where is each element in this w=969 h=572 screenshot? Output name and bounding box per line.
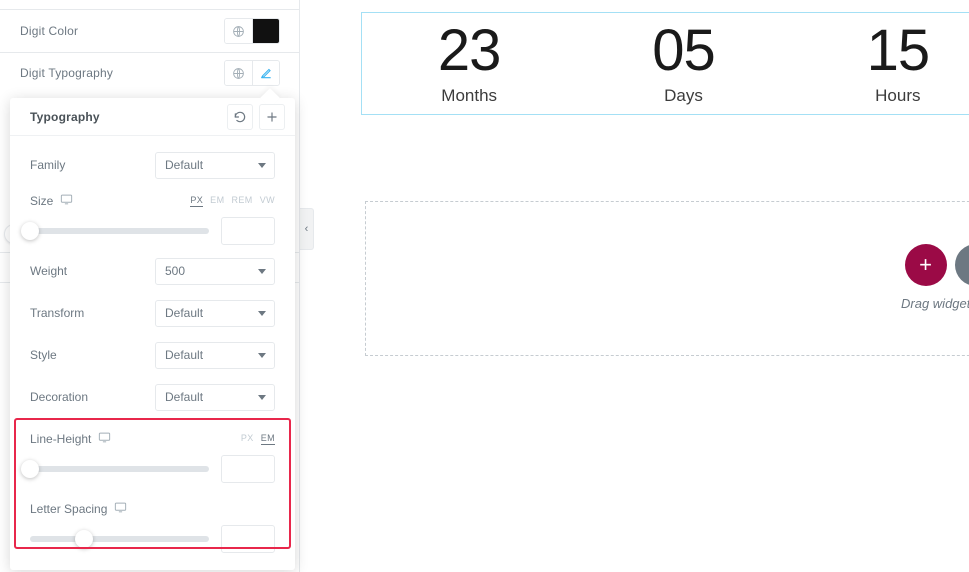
line-height-input[interactable]: [221, 455, 275, 483]
size-unit-em[interactable]: EM: [210, 195, 224, 207]
add-widget-button[interactable]: +: [904, 244, 947, 286]
countdown-cell-hours: 15 Hours: [791, 17, 969, 106]
countdown-digit: 23: [437, 17, 502, 83]
reset-icon[interactable]: [227, 103, 253, 130]
typography-body: Family Default Size PX EM REM VW Weight …: [10, 136, 295, 570]
globe-icon[interactable]: [225, 19, 252, 43]
page-title: Typography: [30, 109, 100, 124]
digit-typography-controls: [224, 60, 280, 86]
weight-select[interactable]: 500: [155, 257, 275, 285]
collapse-panel-button[interactable]: ‹: [300, 208, 314, 250]
globe-icon[interactable]: [225, 61, 252, 85]
decoration-select[interactable]: Default: [155, 383, 275, 411]
countdown-digit: 15: [866, 17, 931, 83]
line-height-unit-switcher: PX EM: [241, 433, 275, 445]
field-letter-spacing: Letter Spacing: [10, 494, 295, 558]
line-height-slider-row: [21, 454, 275, 484]
line-height-slider-knob[interactable]: [21, 460, 39, 478]
chevron-down-icon: [258, 353, 266, 358]
digit-color-controls: [224, 18, 280, 44]
widget-dropzone[interactable]: + Drag widget here: [365, 201, 969, 356]
editor-screen: Digit Color Digit Typography ‹ Typograph…: [0, 0, 969, 572]
plus-icon[interactable]: [259, 103, 285, 130]
desktop-icon[interactable]: [114, 501, 127, 517]
style-select-value: Default: [165, 348, 204, 362]
line-height-header: Line-Height PX EM: [30, 428, 275, 450]
digit-typography-label: Digit Typography: [20, 66, 114, 80]
chevron-down-icon: [258, 269, 266, 274]
style-select[interactable]: Default: [155, 341, 275, 369]
chevron-down-icon: [258, 395, 266, 400]
countdown-widget[interactable]: 23 Months 05 Days 15 Hours: [361, 12, 969, 115]
letter-spacing-slider-knob[interactable]: [74, 530, 93, 548]
field-style: Style Default: [10, 334, 295, 376]
setting-row-digit-typography: Digit Typography: [0, 52, 300, 94]
line-height-unit-em[interactable]: EM: [260, 433, 275, 445]
size-slider-track[interactable]: [21, 222, 209, 240]
field-label-decoration: Decoration: [30, 390, 89, 404]
decoration-select-value: Default: [165, 390, 204, 404]
size-unit-vw[interactable]: VW: [260, 195, 275, 207]
countdown-label: Days: [664, 85, 703, 105]
transform-select[interactable]: Default: [155, 299, 275, 327]
field-label-line-height: Line-Height: [30, 431, 241, 447]
line-height-unit-px[interactable]: PX: [241, 433, 254, 445]
typography-header: Typography: [10, 98, 295, 136]
field-weight: Weight 500: [10, 250, 295, 292]
chevron-down-icon: [258, 311, 266, 316]
line-height-label-text: Line-Height: [30, 432, 92, 446]
field-label-size: Size: [30, 193, 190, 209]
typography-popover: Typography Family Default Size PX EM REM…: [10, 88, 295, 570]
field-label-family: Family: [30, 158, 66, 172]
dropzone-hint: Drag widget here: [901, 296, 969, 311]
size-unit-rem[interactable]: REM: [231, 195, 252, 207]
pencil-icon[interactable]: [252, 61, 279, 85]
color-swatch[interactable]: [252, 19, 279, 43]
size-input[interactable]: [221, 217, 275, 245]
dropzone-buttons: +: [904, 244, 969, 286]
weight-select-value: 500: [165, 264, 186, 278]
family-select-value: Default: [165, 158, 204, 172]
size-header: Size PX EM REM VW: [30, 190, 275, 212]
setting-row-digit-color: Digit Color: [0, 10, 300, 52]
letter-spacing-slider-row: [30, 524, 275, 554]
size-unit-switcher: PX EM REM VW: [190, 195, 275, 207]
field-transform: Transform Default: [10, 292, 295, 334]
countdown-label: Months: [441, 85, 498, 105]
letter-spacing-label-text: Letter Spacing: [30, 502, 108, 516]
size-unit-px[interactable]: PX: [190, 195, 204, 207]
template-library-button[interactable]: [954, 244, 969, 286]
countdown-label: Hours: [875, 85, 921, 105]
letter-spacing-input[interactable]: [221, 525, 275, 553]
family-select[interactable]: Default: [155, 151, 275, 179]
preview-canvas: 23 Months 05 Days 15 Hours + Drag widget: [301, 0, 969, 572]
chevron-down-icon: [258, 163, 266, 168]
countdown-cell-months: 23 Months: [362, 17, 576, 106]
desktop-icon[interactable]: [60, 193, 73, 209]
dropzone-actions: + Drag widget here: [901, 244, 969, 311]
field-label-weight: Weight: [30, 264, 68, 278]
line-height-slider-track[interactable]: [21, 460, 209, 478]
size-slider-knob[interactable]: [21, 222, 39, 240]
letter-spacing-header: Letter Spacing: [30, 498, 275, 520]
field-label-transform: Transform: [30, 306, 85, 320]
countdown-digit: 05: [652, 17, 716, 83]
digit-color-label: Digit Color: [20, 24, 79, 38]
size-label-text: Size: [30, 194, 54, 208]
desktop-icon[interactable]: [98, 431, 111, 447]
size-slider-row: [21, 216, 275, 246]
field-family: Family Default: [10, 144, 295, 186]
field-line-height: Line-Height PX EM: [10, 424, 295, 488]
transform-select-value: Default: [165, 306, 204, 320]
countdown-cell-days: 05 Days: [576, 17, 790, 106]
field-decoration: Decoration Default: [10, 376, 295, 418]
field-label-style: Style: [30, 348, 57, 362]
field-size: Size PX EM REM VW: [10, 186, 295, 250]
letter-spacing-slider-track[interactable]: [30, 530, 209, 548]
field-label-letter-spacing: Letter Spacing: [30, 501, 275, 517]
